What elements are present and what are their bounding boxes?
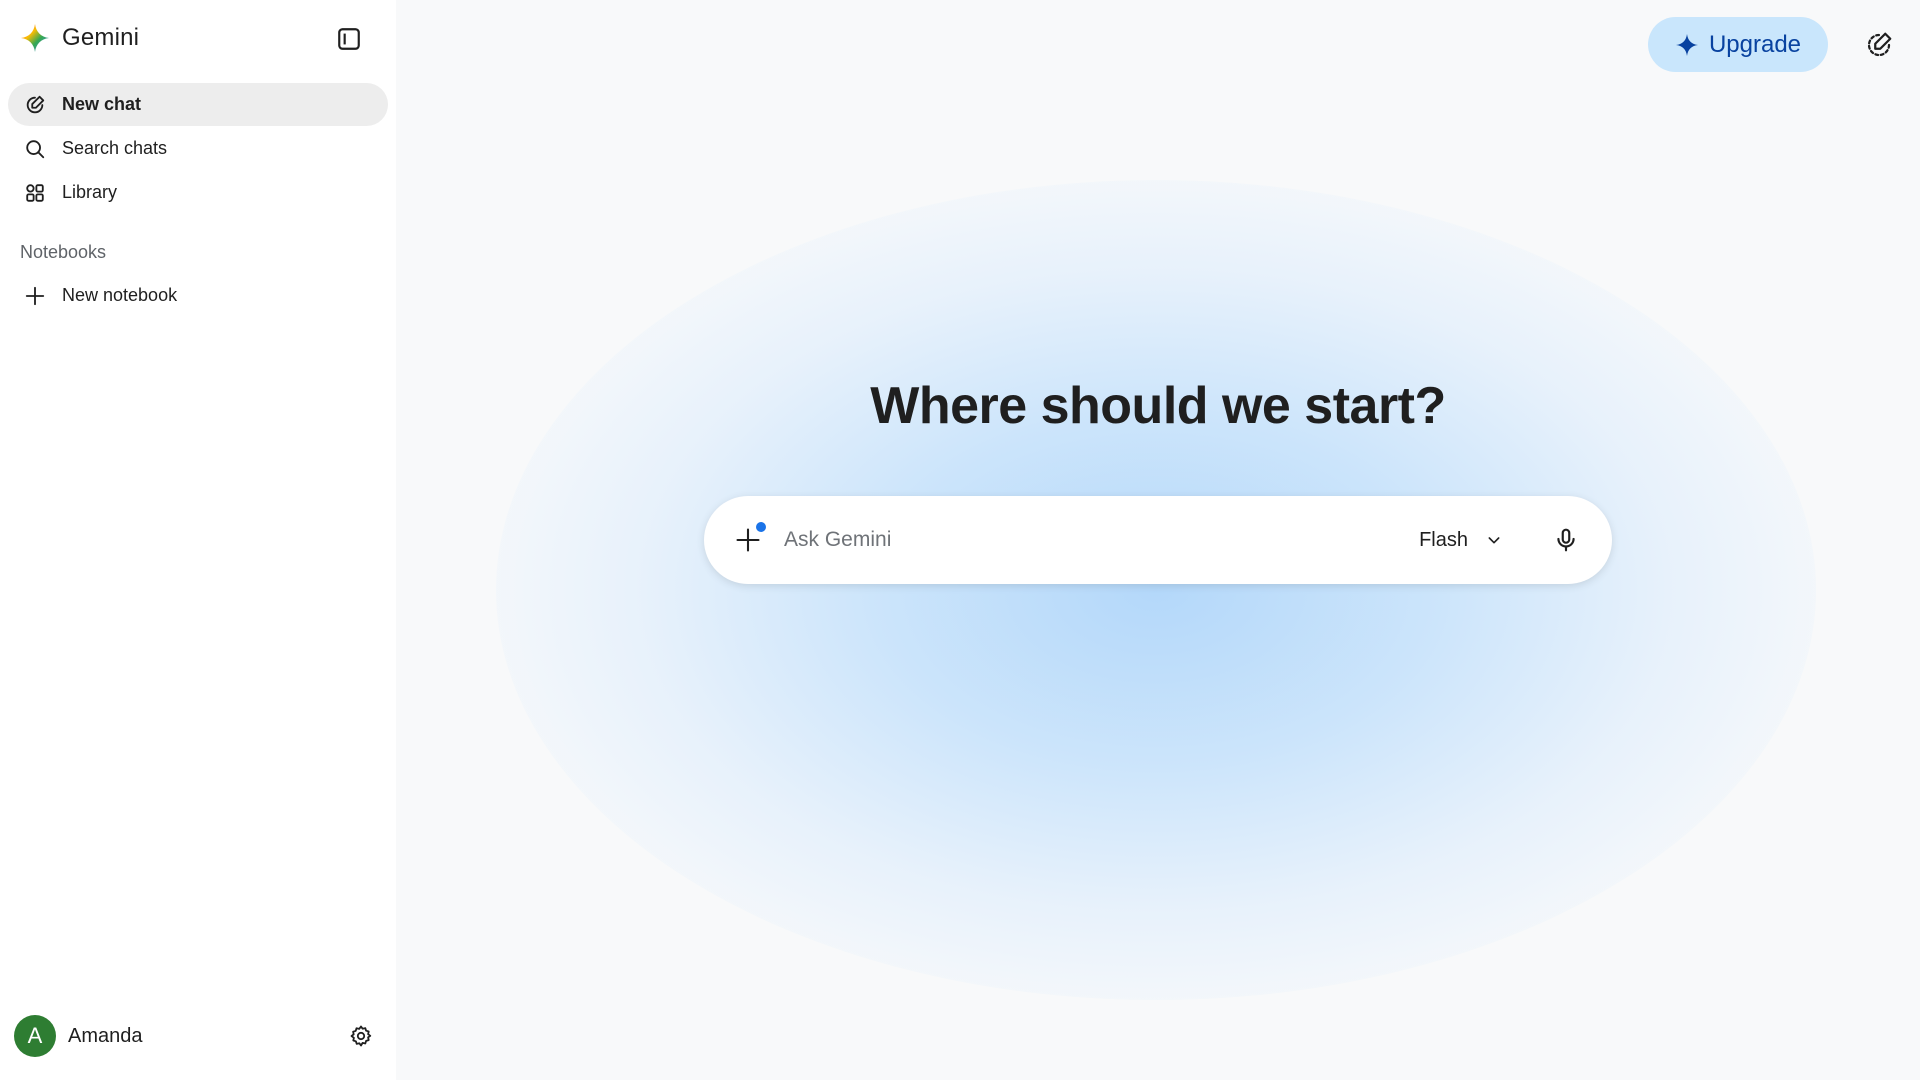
app-name: Gemini: [62, 24, 140, 51]
add-attachment-button[interactable]: [728, 520, 768, 560]
sidebar: Gemini New chat Search chats Library Not…: [0, 0, 396, 1080]
gemini-logo-icon: [21, 24, 49, 52]
search-icon: [24, 138, 46, 160]
gear-icon: [350, 1025, 372, 1047]
settings-button[interactable]: [346, 1021, 376, 1051]
sidebar-nav: New chat Search chats Library: [8, 83, 388, 215]
model-label: Flash: [1419, 528, 1468, 551]
user-account: A Amanda: [14, 1015, 384, 1057]
notification-dot: [756, 522, 766, 532]
new-notebook-button[interactable]: New notebook: [8, 274, 388, 317]
sidebar-toggle-icon: [338, 28, 360, 50]
background-glow: [496, 180, 1816, 1000]
notebooks-heading: Notebooks: [20, 242, 107, 262]
temporary-chat-icon: [1867, 32, 1892, 57]
avatar[interactable]: A: [14, 1015, 56, 1057]
model-selector[interactable]: Flash: [1405, 520, 1516, 560]
brand[interactable]: Gemini: [20, 22, 139, 54]
sidebar-item-label: Search chats: [62, 138, 168, 158]
microphone-icon: [1557, 528, 1575, 552]
page-title: Where should we start?: [870, 377, 1446, 435]
library-icon: [24, 182, 46, 204]
upgrade-button[interactable]: Upgrade: [1648, 17, 1828, 72]
sidebar-item-search-chats[interactable]: Search chats: [8, 127, 388, 170]
new-notebook-label: New notebook: [62, 285, 178, 305]
temporary-chat-button[interactable]: [1862, 28, 1896, 62]
prompt-input[interactable]: [784, 520, 1406, 560]
sidebar-item-new-chat[interactable]: New chat: [8, 83, 388, 126]
chevron-down-icon: [1488, 537, 1500, 544]
sidebar-item-label: Library: [62, 182, 118, 202]
prompt-bar: Flash: [704, 496, 1612, 584]
sidebar-item-library[interactable]: Library: [8, 171, 388, 214]
sidebar-item-label: New chat: [62, 94, 142, 114]
user-name: Amanda: [68, 1024, 143, 1047]
main-area: Upgrade Where should we start? Flash: [396, 0, 1920, 1080]
app-root: Gemini New chat Search chats Library Not…: [0, 0, 1920, 1080]
sparkle-icon: [1675, 33, 1698, 56]
plus-icon: [24, 285, 46, 307]
microphone-button[interactable]: [1546, 520, 1586, 560]
collapse-sidebar-button[interactable]: [332, 24, 366, 54]
edit-icon: [24, 94, 46, 116]
upgrade-label: Upgrade: [1708, 30, 1802, 58]
